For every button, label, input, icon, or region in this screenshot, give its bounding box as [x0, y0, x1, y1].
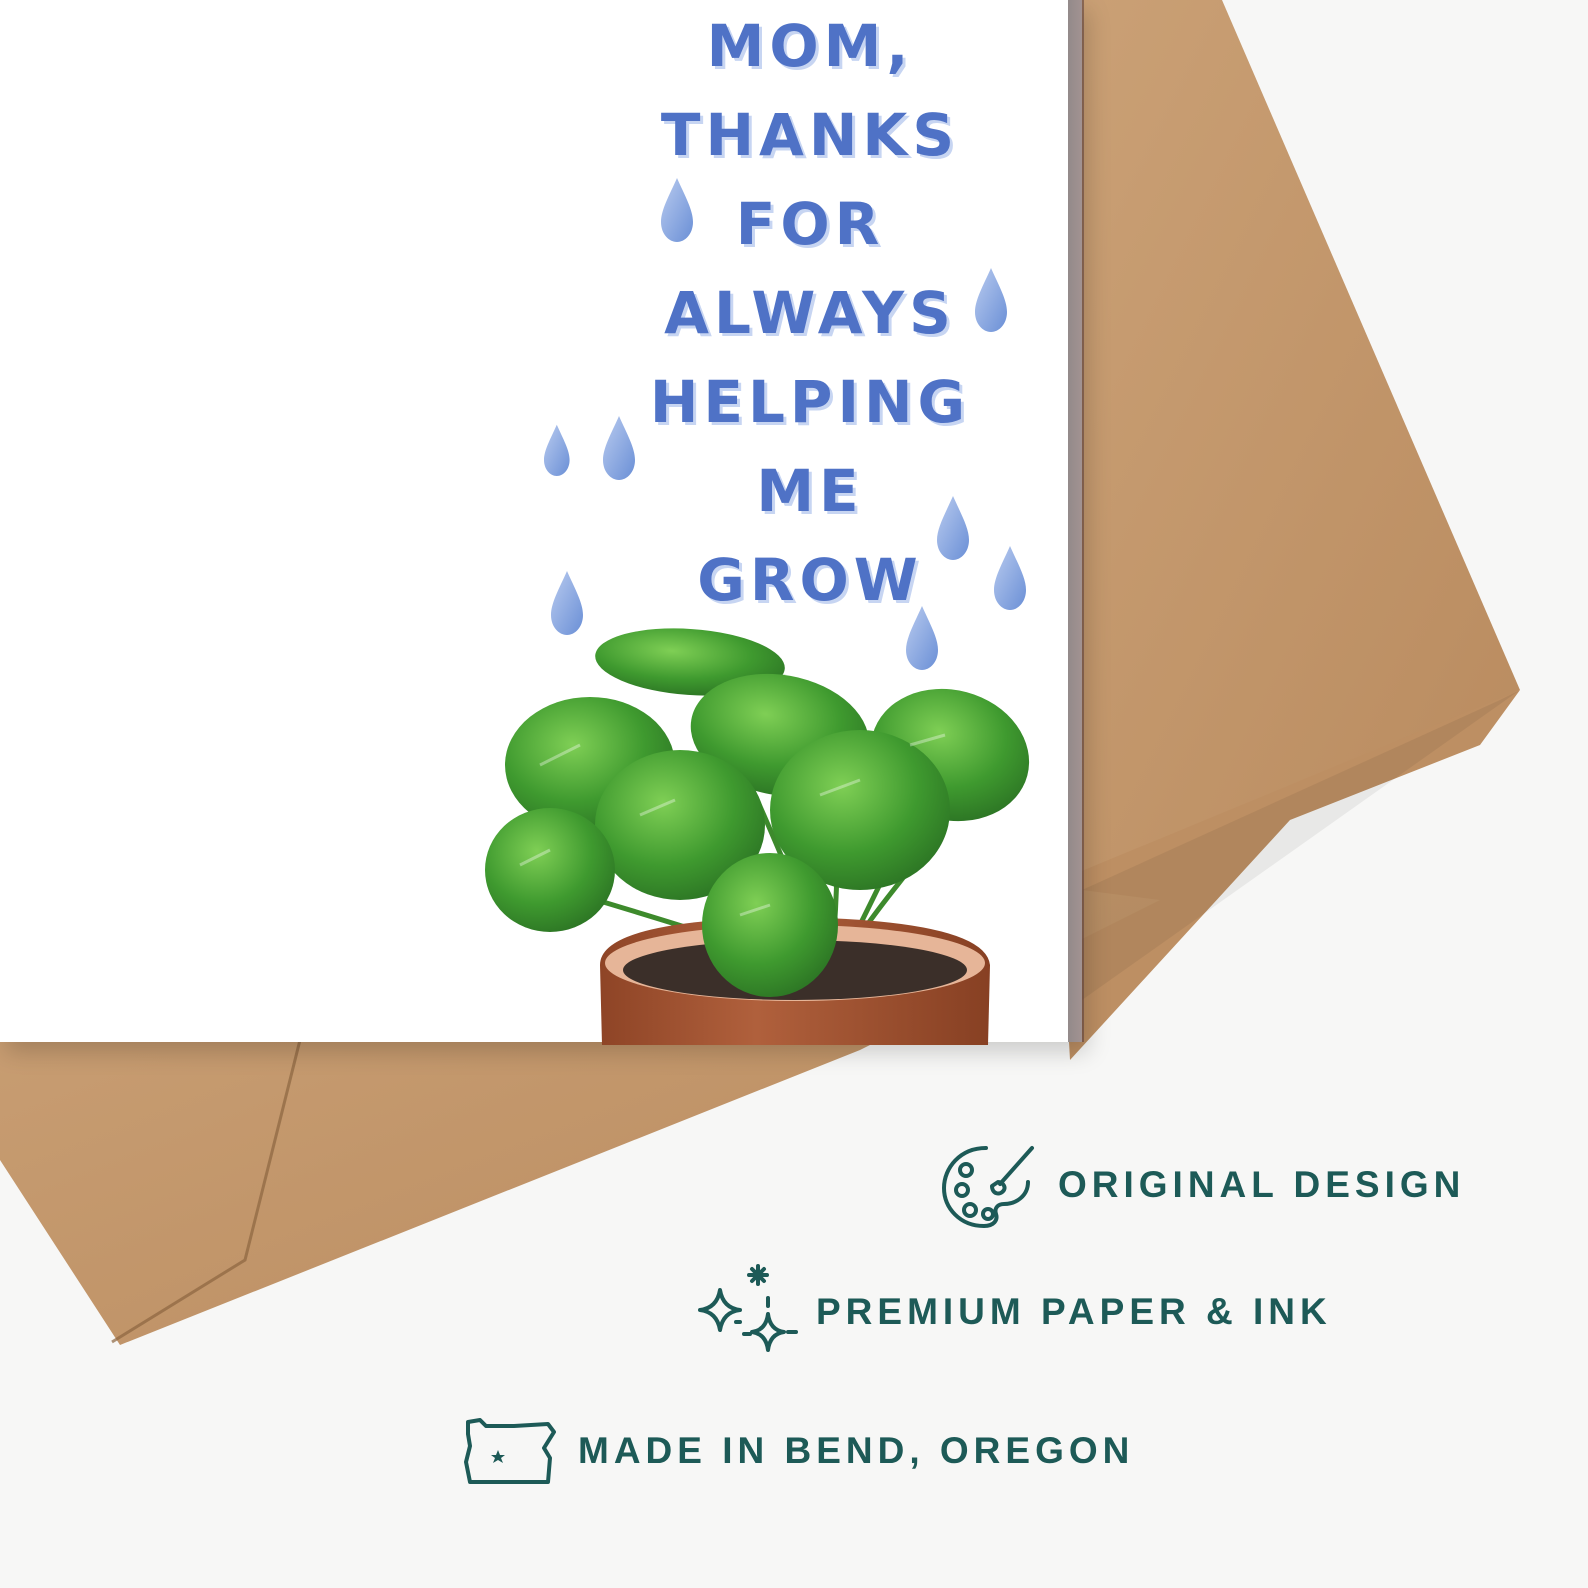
feature-label: PREMIUM PAPER & INK: [816, 1291, 1332, 1332]
feature-made-in-bend: MADE IN BEND, OREGON: [462, 1416, 1134, 1486]
feature-label: MADE IN BEND, OREGON: [578, 1430, 1135, 1471]
feature-premium-paper: PREMIUM PAPER & INK: [692, 1262, 1332, 1362]
feature-original-design: ORIGINAL DESIGN: [940, 1140, 1465, 1230]
feature-label: ORIGINAL DESIGN: [1058, 1164, 1466, 1205]
oregon-map-icon: [464, 1418, 556, 1484]
palette-icon: [942, 1146, 1034, 1228]
feature-list: ORIGINAL DESIGN PREMIUM PAPER & INK MADE…: [0, 0, 1588, 1588]
sparkles-icon: [698, 1264, 798, 1352]
product-photo: MOM, THANKS FOR ALWAYS HELPING ME GROW O…: [0, 0, 1588, 1588]
